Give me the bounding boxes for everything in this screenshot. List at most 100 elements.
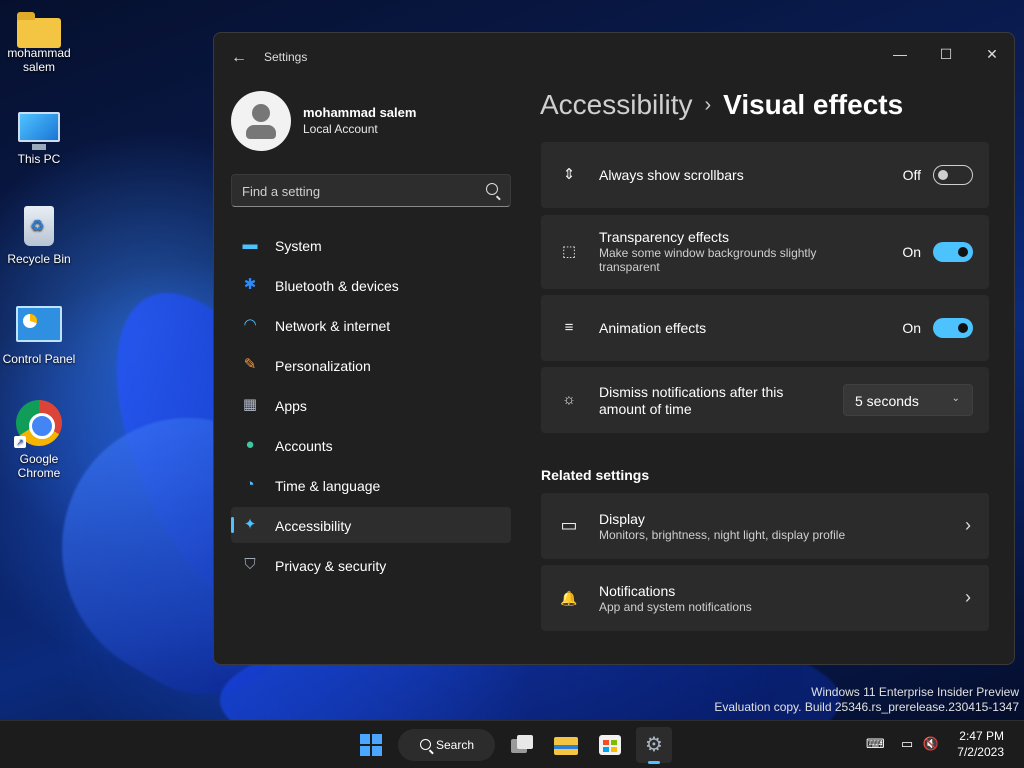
search-icon[interactable]: [486, 183, 498, 195]
store-icon: [611, 747, 617, 752]
close-button[interactable]: ✕: [969, 39, 1014, 69]
dismiss-duration-dropdown[interactable]: 5 seconds ⌄: [843, 384, 973, 416]
windows-logo-icon: [360, 734, 370, 744]
setting-title: Transparency effects: [599, 229, 729, 245]
sidebar-item-privacy-security[interactable]: ⛉ Privacy & security: [231, 547, 511, 583]
sidebar-nav: ▬ System ✱ Bluetooth & devices ◠ Network…: [231, 227, 511, 587]
microsoft-store-button[interactable]: [592, 727, 628, 763]
display-icon: ▭: [560, 515, 578, 535]
settings-window: ← Settings — ☐ ✕ mohammad salem Local Ac…: [213, 32, 1015, 665]
minimize-button[interactable]: —: [877, 39, 923, 69]
setting-subtitle: Make some window backgrounds slightly: [599, 246, 817, 260]
settings-search[interactable]: [231, 174, 511, 207]
brush-icon: ✎: [243, 356, 257, 373]
task-view-button[interactable]: [504, 727, 540, 763]
watermark-line: Windows 11 Enterprise Insider Preview: [811, 685, 1019, 699]
accessibility-icon: ✦: [243, 516, 257, 533]
related-display[interactable]: ▭ Display Monitors, brightness, night li…: [541, 493, 989, 559]
desktop-icon-label: Control Panel: [2, 352, 76, 366]
chevron-right-icon: ›: [965, 587, 971, 607]
setting-title: Always show scrollbars: [599, 167, 744, 183]
recycle-bin-icon: [24, 206, 54, 246]
sidebar-item-label: Apps: [275, 398, 307, 414]
dropdown-value: 5 seconds: [855, 393, 919, 409]
build-watermark: Windows 11 Enterprise Insider Preview Ev…: [714, 685, 1019, 715]
sidebar-item-system[interactable]: ▬ System: [231, 227, 511, 263]
keyboard-icon[interactable]: ⌨: [866, 736, 885, 752]
setting-always-show-scrollbars: ⇕ Always show scrollbars Off: [541, 142, 989, 208]
setting-title: Animation effects: [599, 320, 707, 336]
desktop-icon-label: mohammad salem: [7, 46, 71, 74]
title-bar: ← Settings — ☐ ✕: [214, 33, 1014, 81]
taskbar-search-label: Search: [436, 738, 475, 752]
breadcrumb-parent[interactable]: Accessibility: [540, 89, 692, 120]
animation-icon: ≡: [564, 319, 574, 336]
windows-logo-icon: [372, 734, 382, 744]
animation-toggle[interactable]: [933, 318, 973, 338]
setting-title: amount of time: [599, 401, 692, 417]
sidebar-item-label: Accounts: [275, 438, 333, 454]
network-icon[interactable]: ▭: [898, 736, 916, 752]
settings-taskbar-button[interactable]: ⚙: [636, 727, 672, 764]
taskbar: Search ⚙ ⌨ ▭ 🔇 2:47 PM 7/2/2023: [0, 720, 1024, 768]
maximize-button[interactable]: ☐: [923, 39, 969, 69]
sidebar-item-accounts[interactable]: ● Accounts: [231, 427, 511, 463]
sidebar-item-label: Network & internet: [275, 318, 391, 334]
file-explorer-button[interactable]: [548, 727, 584, 763]
page-title: Visual effects: [723, 89, 904, 120]
desktop-icon-chrome[interactable]: ↗ Google Chrome: [0, 400, 78, 480]
desktop-icon-label: Recycle Bin: [7, 252, 71, 266]
desktop-icon-this-pc[interactable]: This PC: [0, 108, 78, 166]
clock[interactable]: 2:47 PM 7/2/2023: [957, 728, 1004, 760]
store-icon: [603, 740, 609, 745]
setting-dismiss-notifications: ☼ Dismiss notifications after this amoun…: [541, 367, 989, 433]
taskbar-search[interactable]: Search: [398, 729, 495, 761]
scrollbar-icon: ⇕: [562, 166, 576, 183]
avatar: [231, 91, 291, 151]
desktop-icon-control-panel[interactable]: Control Panel: [0, 306, 78, 366]
shield-icon: ⛉: [244, 556, 256, 573]
control-panel-icon: [16, 306, 62, 342]
setting-animation-effects: ≡ Animation effects On: [541, 295, 989, 361]
sidebar-item-time-language[interactable]: ◔ Time & language: [231, 467, 511, 503]
user-profile[interactable]: mohammad salem Local Account: [231, 91, 511, 153]
sidebar-item-bluetooth[interactable]: ✱ Bluetooth & devices: [231, 267, 511, 303]
related-settings-heading: Related settings: [541, 467, 650, 483]
start-button[interactable]: [353, 727, 389, 763]
store-icon: [611, 740, 617, 745]
bluetooth-icon: ✱: [243, 276, 257, 293]
setting-subtitle: Monitors, brightness, night light, displ…: [599, 528, 846, 542]
setting-title: Dismiss notifications after this: [599, 384, 784, 400]
search-input[interactable]: [242, 181, 472, 201]
windows-logo-icon: [372, 746, 382, 756]
transparency-toggle[interactable]: [933, 242, 973, 262]
desktop-icon-user-folder[interactable]: mohammad salem: [0, 12, 78, 74]
setting-subtitle: transparent: [599, 260, 660, 274]
store-icon: [599, 735, 621, 755]
task-view-icon: [517, 735, 533, 749]
sidebar-item-network[interactable]: ◠ Network & internet: [231, 307, 511, 343]
windows-logo-icon: [360, 746, 370, 756]
related-notifications[interactable]: 🔔 Notifications App and system notificat…: [541, 565, 989, 631]
profile-name: mohammad salem: [303, 105, 417, 120]
shortcut-arrow-icon: ↗: [14, 436, 26, 448]
desktop-icon-recycle-bin[interactable]: Recycle Bin: [0, 206, 78, 266]
sidebar-item-apps[interactable]: ▦ Apps: [231, 387, 511, 423]
volume-muted-icon[interactable]: 🔇: [922, 736, 940, 752]
scrollbars-toggle[interactable]: [933, 165, 973, 185]
sidebar-item-label: Bluetooth & devices: [275, 278, 399, 294]
back-button[interactable]: ←: [228, 47, 250, 69]
setting-title: Display: [599, 511, 645, 527]
breadcrumb: Accessibility › Visual effects: [540, 87, 903, 126]
toggle-state-label: Off: [902, 167, 921, 183]
setting-transparency-effects: ⬚ Transparency effects Make some window …: [541, 215, 989, 289]
setting-subtitle: App and system notifications: [599, 600, 752, 614]
sidebar-item-accessibility[interactable]: ✦ Accessibility: [231, 507, 511, 543]
sidebar-item-personalization[interactable]: ✎ Personalization: [231, 347, 511, 383]
store-icon: [603, 747, 609, 752]
breadcrumb-separator: ›: [704, 94, 712, 116]
apps-icon: ▦: [242, 396, 258, 413]
chevron-right-icon: ›: [965, 515, 971, 535]
notification-timer-icon: ☼: [562, 391, 576, 408]
toggle-state-label: On: [902, 244, 921, 260]
